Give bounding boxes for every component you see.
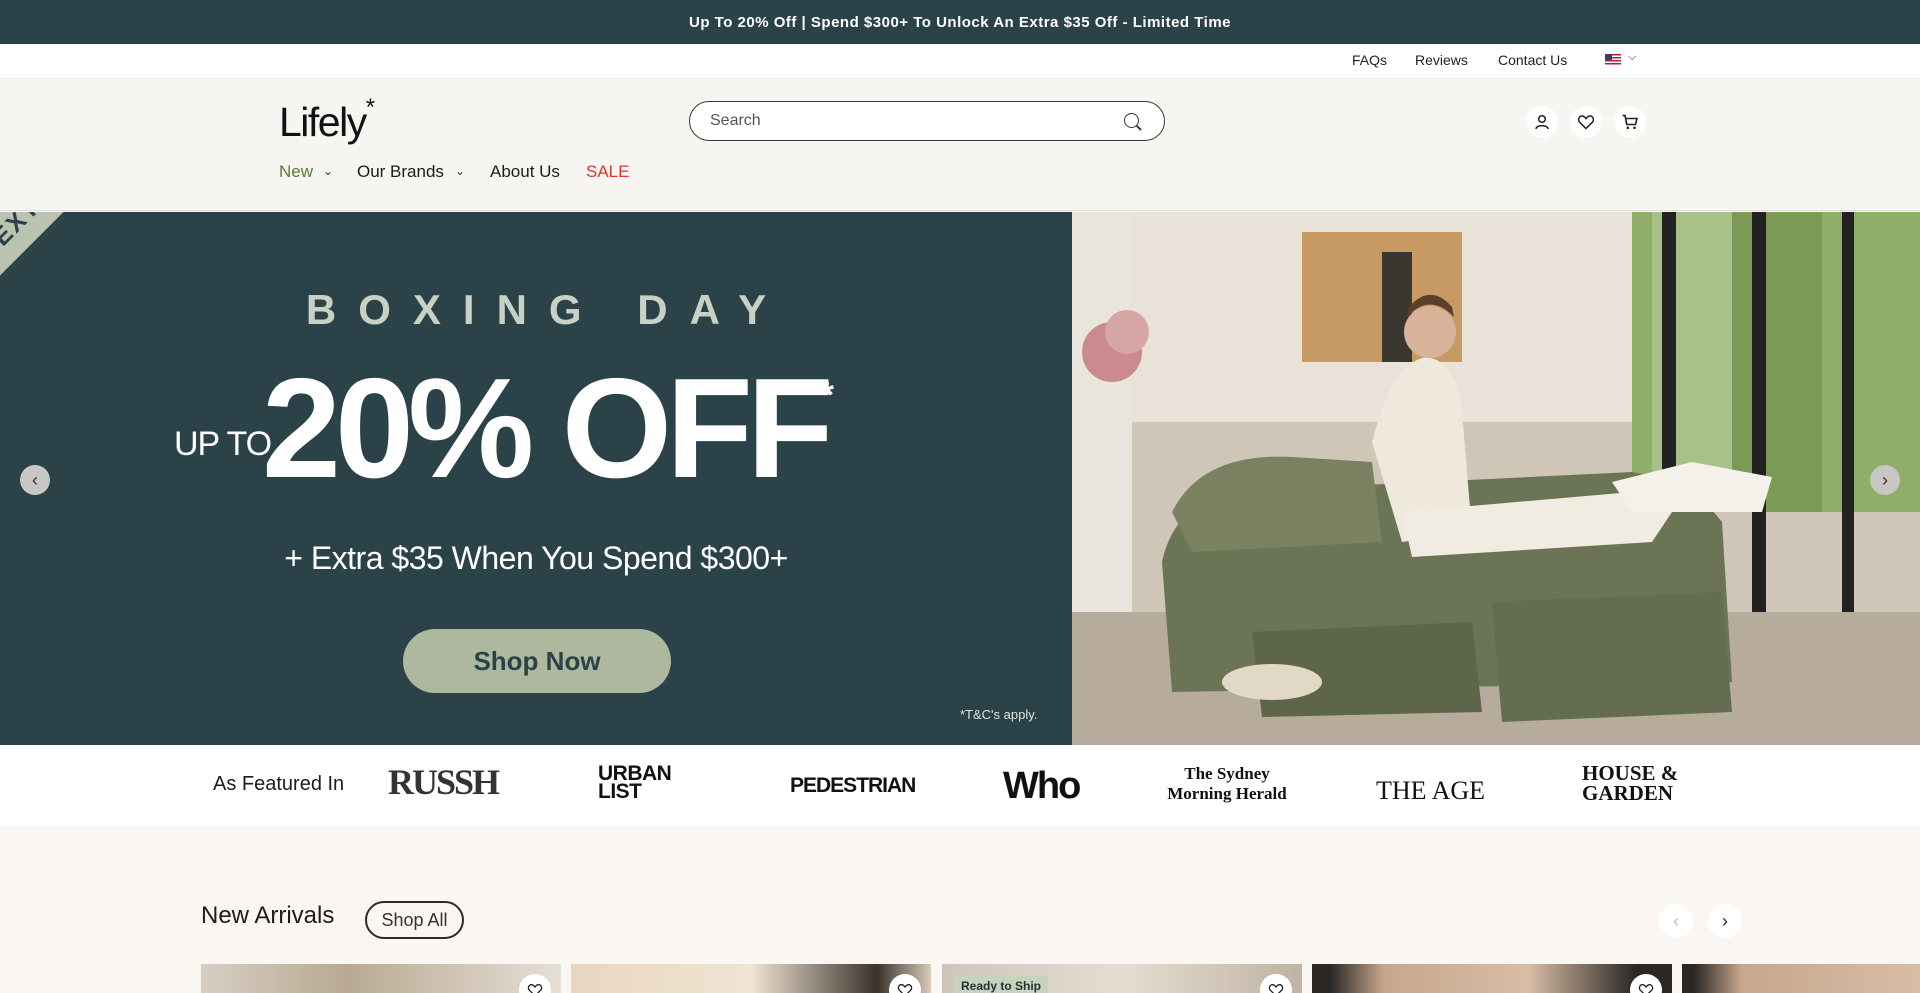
product-card[interactable]: Ready to Ship	[942, 964, 1302, 993]
terms-note: *T&C's apply.	[960, 707, 1038, 722]
urban-list-logo: URBAN LIST	[598, 762, 672, 803]
shop-now-button[interactable]: Shop Now	[403, 629, 671, 693]
pedestrian-logo: PEDESTRIAN	[790, 774, 916, 797]
search-icon[interactable]	[1124, 113, 1139, 128]
announcement-bar: Up To 20% Off | Spend $300+ To Unlock An…	[0, 0, 1920, 44]
chevron-right-icon: ›	[1882, 469, 1888, 490]
nav-item-our-brands[interactable]: Our Brands	[357, 162, 444, 182]
chevron-left-icon: ‹	[1673, 910, 1679, 931]
hero-headline: 20% OFF	[262, 349, 834, 508]
ready-to-ship-badge: Ready to Ship	[954, 976, 1049, 993]
chevron-down-icon[interactable]: ⌄	[323, 164, 333, 178]
sofa-lifestyle-image	[1072, 212, 1920, 745]
carousel-next-button[interactable]: ›	[1708, 904, 1742, 938]
product-card[interactable]	[1312, 964, 1672, 993]
chevron-right-icon: ›	[1722, 910, 1728, 931]
hero-eyebrow: BOXING DAY	[305, 286, 789, 333]
brand-mark: *	[365, 94, 375, 122]
heart-icon[interactable]	[1630, 974, 1662, 993]
who-logo: Who	[1003, 765, 1081, 807]
search-bar	[689, 101, 1165, 141]
nav-item-new[interactable]: New	[279, 162, 313, 182]
cart-icon[interactable]	[1614, 106, 1646, 138]
featured-title: As Featured In	[213, 773, 345, 795]
carousel-prev-button[interactable]: ‹	[1659, 904, 1693, 938]
chevron-down-icon[interactable]: ⌵	[1628, 51, 1636, 64]
product-card[interactable]	[201, 964, 561, 993]
hero-image	[1072, 212, 1920, 745]
chevron-down-icon[interactable]: ⌄	[455, 164, 465, 178]
smh-logo: The Sydney Morning Herald	[1167, 764, 1287, 803]
shop-all-button[interactable]: Shop All	[365, 901, 464, 939]
hero-up-to: UP TO	[174, 425, 272, 463]
russh-logo: RUSSH	[388, 762, 500, 802]
hero-asterisk: *	[820, 374, 835, 415]
wishlist-heart-icon[interactable]	[1570, 106, 1602, 138]
us-flag-icon[interactable]	[1605, 54, 1621, 65]
heart-icon[interactable]	[519, 974, 551, 993]
hero-banner[interactable]: ED! • EXTENDED! • EX BOXING DAY UP TO 20…	[0, 212, 1072, 745]
brand-name: Lifely	[279, 99, 367, 145]
nav-item-about-us[interactable]: About Us	[490, 162, 560, 182]
hero-subline: + Extra $35 When You Spend $300+	[284, 540, 788, 576]
faqs-link[interactable]: FAQs	[1352, 52, 1387, 68]
new-arrivals-title: New Arrivals	[201, 902, 335, 929]
search-input[interactable]	[710, 110, 1110, 132]
hero-next-button[interactable]: ›	[1870, 465, 1900, 495]
reviews-link[interactable]: Reviews	[1415, 52, 1468, 68]
the-age-logo: THE AGE	[1376, 776, 1486, 805]
product-card[interactable]	[571, 964, 931, 993]
heart-icon[interactable]	[1260, 974, 1292, 993]
heart-icon[interactable]	[889, 974, 921, 993]
brand-logo[interactable]: Lifely*	[279, 94, 375, 146]
house-garden-logo: HOUSE & GARDEN	[1582, 761, 1679, 805]
nav-item-sale[interactable]: SALE	[586, 162, 629, 182]
account-icon[interactable]	[1526, 106, 1558, 138]
contact-us-link[interactable]: Contact Us	[1498, 52, 1567, 68]
hero-prev-button[interactable]: ‹	[20, 465, 50, 495]
product-card[interactable]	[1682, 964, 1920, 993]
chevron-left-icon: ‹	[32, 469, 38, 490]
announcement-text: Up To 20% Off | Spend $300+ To Unlock An…	[689, 13, 1231, 31]
